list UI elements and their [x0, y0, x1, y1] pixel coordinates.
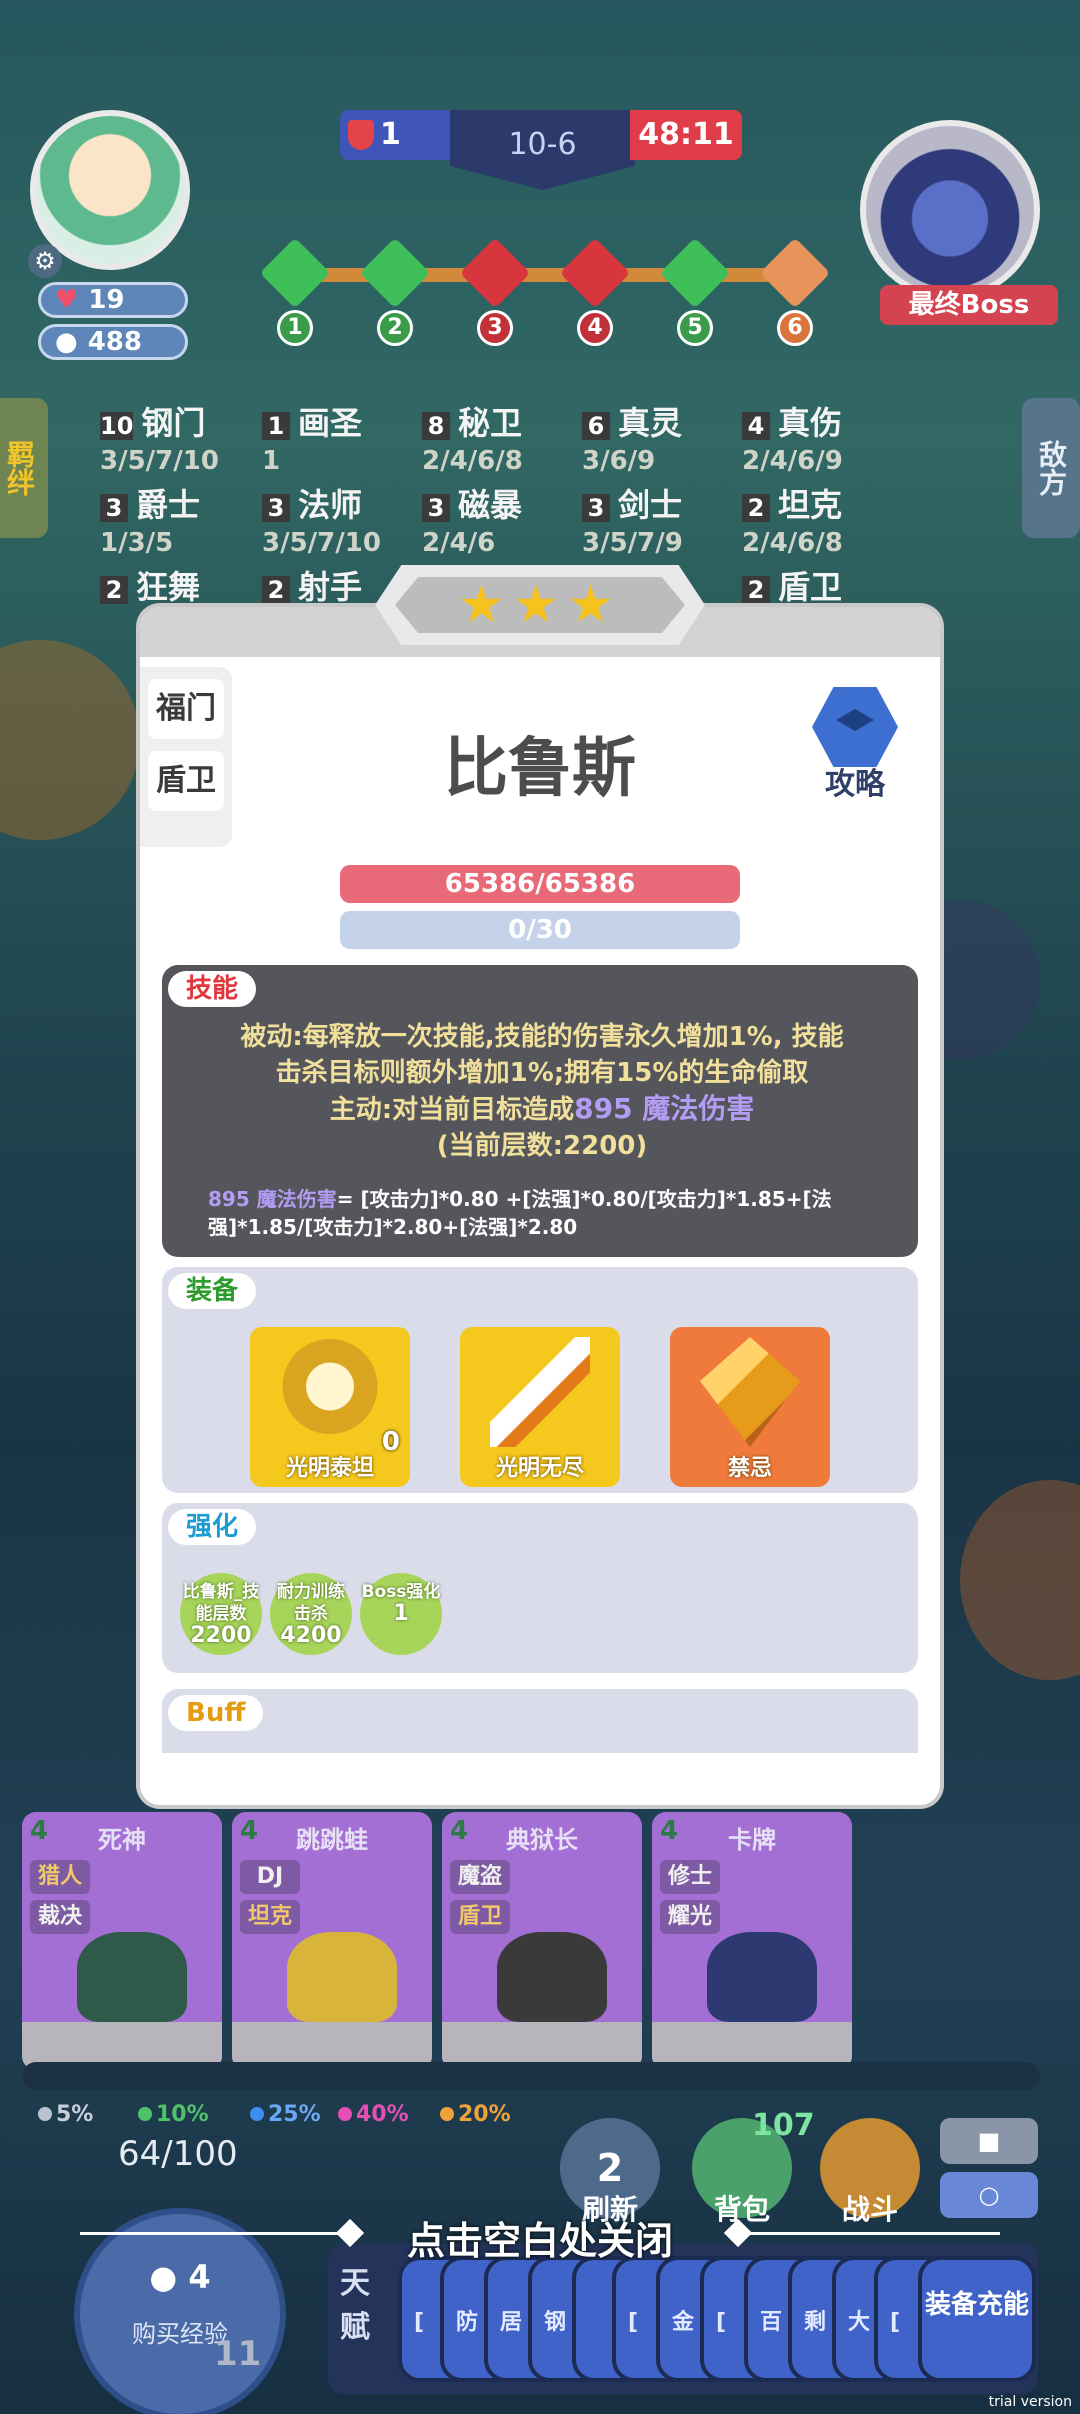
section-title: 装备 — [168, 1273, 257, 1309]
talent-label: 天赋 — [340, 2266, 370, 2345]
trial-watermark: trial version — [988, 2394, 1072, 2410]
guide-button[interactable]: 攻略 — [800, 687, 910, 803]
stage-progress: 1 2 3 4 5 6 — [259, 237, 831, 348]
unit-portrait — [497, 1932, 607, 2022]
trait-item[interactable]: 1 画圣 1 — [262, 398, 422, 476]
trait-item[interactable]: 3 法师 3/5/7/10 — [262, 480, 422, 558]
crystal-icon — [700, 1337, 800, 1447]
trait-item[interactable]: 8 秘卫 2/4/6/8 — [422, 398, 582, 476]
skill-description: 被动:每释放一次技能,技能的伤害永久增加1%, 技能 击杀目标则额外增加1%;拥… — [240, 1022, 844, 1161]
bench-unit-card[interactable]: 4 典狱长 魔盗 盾卫 — [442, 1812, 642, 2070]
match-scoreboard: 1 10-6 48:11 — [340, 110, 742, 190]
stage-node-boss: 6 — [759, 237, 831, 346]
round-timer: 48:11 — [630, 110, 742, 160]
enhancement-chip[interactable]: 比鲁斯_技能层数 2200 — [180, 1573, 262, 1655]
player-level: 11 — [214, 2334, 262, 2374]
shield-icon — [348, 120, 374, 150]
stage-node: 1 — [259, 237, 331, 346]
section-title: Buff — [168, 1695, 264, 1731]
section-title: 强化 — [168, 1509, 257, 1545]
trait-item[interactable]: 4 真伤 2/4/6/9 — [742, 398, 902, 476]
sword-icon — [490, 1337, 590, 1447]
synergy-tab[interactable]: 羁绊 — [0, 398, 48, 538]
trait-item[interactable]: 10 钢门 3/5/7/10 — [100, 398, 260, 476]
titan-armor-icon — [280, 1337, 380, 1447]
equip-charge-button[interactable]: 装备充能 — [918, 2256, 1036, 2382]
enhancement-section: 强化 比鲁斯_技能层数 2200 耐力训练击杀 4200 Boss强化 1 — [162, 1503, 918, 1673]
shop-odds: 5% — [38, 2102, 93, 2127]
stage-node: 4 — [559, 237, 631, 346]
stage-node: 2 — [359, 237, 431, 346]
bag-count-badge: 107 — [752, 2108, 815, 2143]
lock-icon: ■ — [977, 2127, 1001, 2155]
refresh-shop-button[interactable]: 2 刷新 — [560, 2118, 660, 2226]
equipment-item[interactable]: 光明无尽 — [460, 1327, 620, 1487]
trait-item[interactable]: 6 真灵 3/6/9 — [582, 398, 742, 476]
enhancement-chip[interactable]: 耐力训练击杀 4200 — [270, 1573, 352, 1655]
unit-portrait — [287, 1932, 397, 2022]
shop-odds: 10% — [138, 2102, 209, 2127]
lock-shop-button[interactable]: ■ — [940, 2118, 1038, 2164]
shop-odds: 40% — [338, 2102, 409, 2127]
buff-section: Buff — [162, 1689, 918, 1753]
trait-item[interactable]: 3 爵士 1/3/5 — [100, 480, 260, 558]
close-hint[interactable]: 点击空白处关闭 — [0, 2208, 1080, 2263]
boss-label: 最终Boss — [880, 285, 1058, 325]
bench-unit-card[interactable]: 4 死神 猎人 裁决 — [22, 1812, 222, 2070]
equipment-section: 装备 0 光明泰坦 光明无尽 禁忌 — [162, 1267, 918, 1493]
unit-portrait — [707, 1932, 817, 2022]
stage-node: 5 — [659, 237, 731, 346]
stage-node: 3 — [459, 237, 531, 346]
enemy-tab[interactable]: 敌方 — [1022, 398, 1080, 538]
enhancement-chip[interactable]: Boss强化 1 — [360, 1573, 442, 1655]
mana-bar: 0/30 — [340, 911, 740, 949]
bench-unit-card[interactable]: 4 卡牌 修士 耀光 — [652, 1812, 852, 2070]
hp-bar: 65386/65386 — [340, 865, 740, 903]
hero-detail-modal: 福门 盾卫 比鲁斯 攻略 65386/65386 0/30 技能 被动:每释放一… — [140, 607, 940, 1805]
player-hp-pill: ♥ 19 — [38, 282, 188, 318]
trait-item[interactable]: 3 磁暴 2/4/6 — [422, 480, 582, 558]
star-rating: ★★★ — [375, 565, 705, 645]
bench-unit-card[interactable]: 4 跳跳蛙 DJ 坦克 — [232, 1812, 432, 2070]
graduation-cap-icon — [812, 687, 898, 767]
player-gold-pill: ● 488 — [38, 324, 188, 360]
equipment-item[interactable]: 0 光明泰坦 — [250, 1327, 410, 1487]
shop-odds: 20% — [440, 2102, 511, 2127]
search-icon: ○ — [978, 2181, 1000, 2209]
trait-item[interactable]: 2 坦克 2/4/6/8 — [742, 480, 902, 558]
section-title: 技能 — [168, 971, 257, 1007]
xp-progress: 64/100 — [118, 2134, 238, 2174]
coin-icon: ● — [55, 327, 78, 357]
fight-button[interactable]: 战斗 — [820, 2118, 920, 2226]
skill-formula: 895 魔法伤害= [攻击力]*0.80 +[法强]*0.80/[攻击力]*1.… — [208, 1187, 832, 1239]
trait-item[interactable]: 3 剑士 3/5/7/9 — [582, 480, 742, 558]
unit-portrait — [77, 1932, 187, 2022]
score-left: 1 — [340, 110, 455, 160]
equipment-item[interactable]: 禁忌 — [670, 1327, 830, 1487]
shop-odds: 25% — [250, 2102, 321, 2127]
bag-button[interactable]: 107 背包 — [692, 2108, 815, 2226]
heart-icon: ♥ — [55, 285, 79, 315]
boss-avatar[interactable] — [860, 120, 1040, 300]
skill-section: 技能 被动:每释放一次技能,技能的伤害永久增加1%, 技能 击杀目标则额外增加1… — [162, 965, 918, 1257]
bench-scrollbar[interactable] — [22, 2062, 1040, 2090]
settings-gear-icon[interactable]: ⚙ — [28, 244, 62, 278]
